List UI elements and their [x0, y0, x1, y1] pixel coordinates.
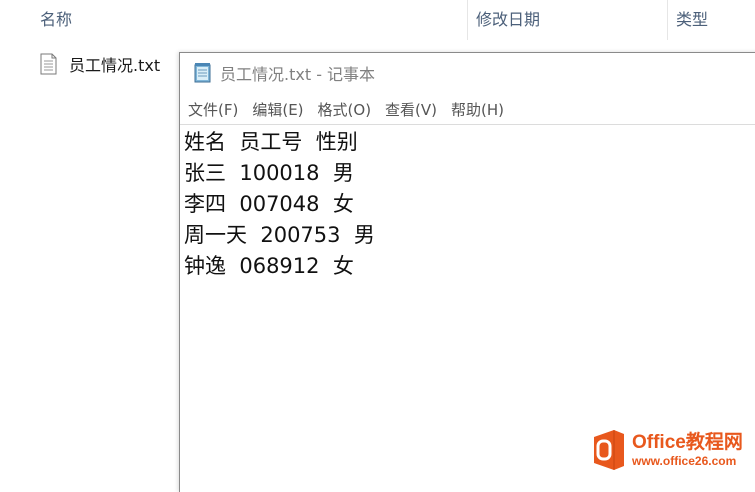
menu-divider: [180, 124, 755, 125]
text-line: 钟逸 068912 女: [184, 254, 354, 278]
office-logo-icon: [590, 428, 628, 472]
notepad-title-bar[interactable]: 员工情况.txt - 记事本: [180, 53, 755, 93]
menu-bar: 文件(F) 编辑(E) 格式(O) 查看(V) 帮助(H): [180, 95, 755, 123]
menu-file[interactable]: 文件(F): [188, 99, 238, 120]
menu-view[interactable]: 查看(V): [385, 99, 437, 120]
column-date-header[interactable]: 修改日期: [468, 0, 666, 40]
notepad-icon: [192, 62, 214, 84]
column-type-header[interactable]: 类型: [668, 0, 755, 40]
window-title: 员工情况.txt - 记事本: [220, 65, 376, 84]
text-line: 李四 007048 女: [184, 192, 354, 216]
text-line: 周一天 200753 男: [184, 223, 375, 247]
text-line: 张三 100018 男: [184, 161, 354, 185]
menu-help[interactable]: 帮助(H): [451, 99, 504, 120]
column-header: 名称 修改日期 类型: [0, 0, 755, 40]
column-name-header[interactable]: 名称: [40, 0, 467, 40]
watermark-text: Office教程网 www.office26.com: [632, 432, 743, 468]
watermark-brand: Office教程网: [632, 432, 743, 453]
text-file-icon: [40, 53, 57, 75]
menu-format[interactable]: 格式(O): [318, 99, 372, 120]
menu-edit[interactable]: 编辑(E): [252, 99, 303, 120]
watermark-url: www.office26.com: [632, 454, 737, 468]
file-name: 员工情况.txt: [69, 56, 161, 75]
file-list-item[interactable]: 员工情况.txt: [40, 50, 160, 78]
watermark: Office教程网 www.office26.com: [590, 425, 755, 475]
text-line: 姓名 员工号 性别: [184, 130, 358, 154]
